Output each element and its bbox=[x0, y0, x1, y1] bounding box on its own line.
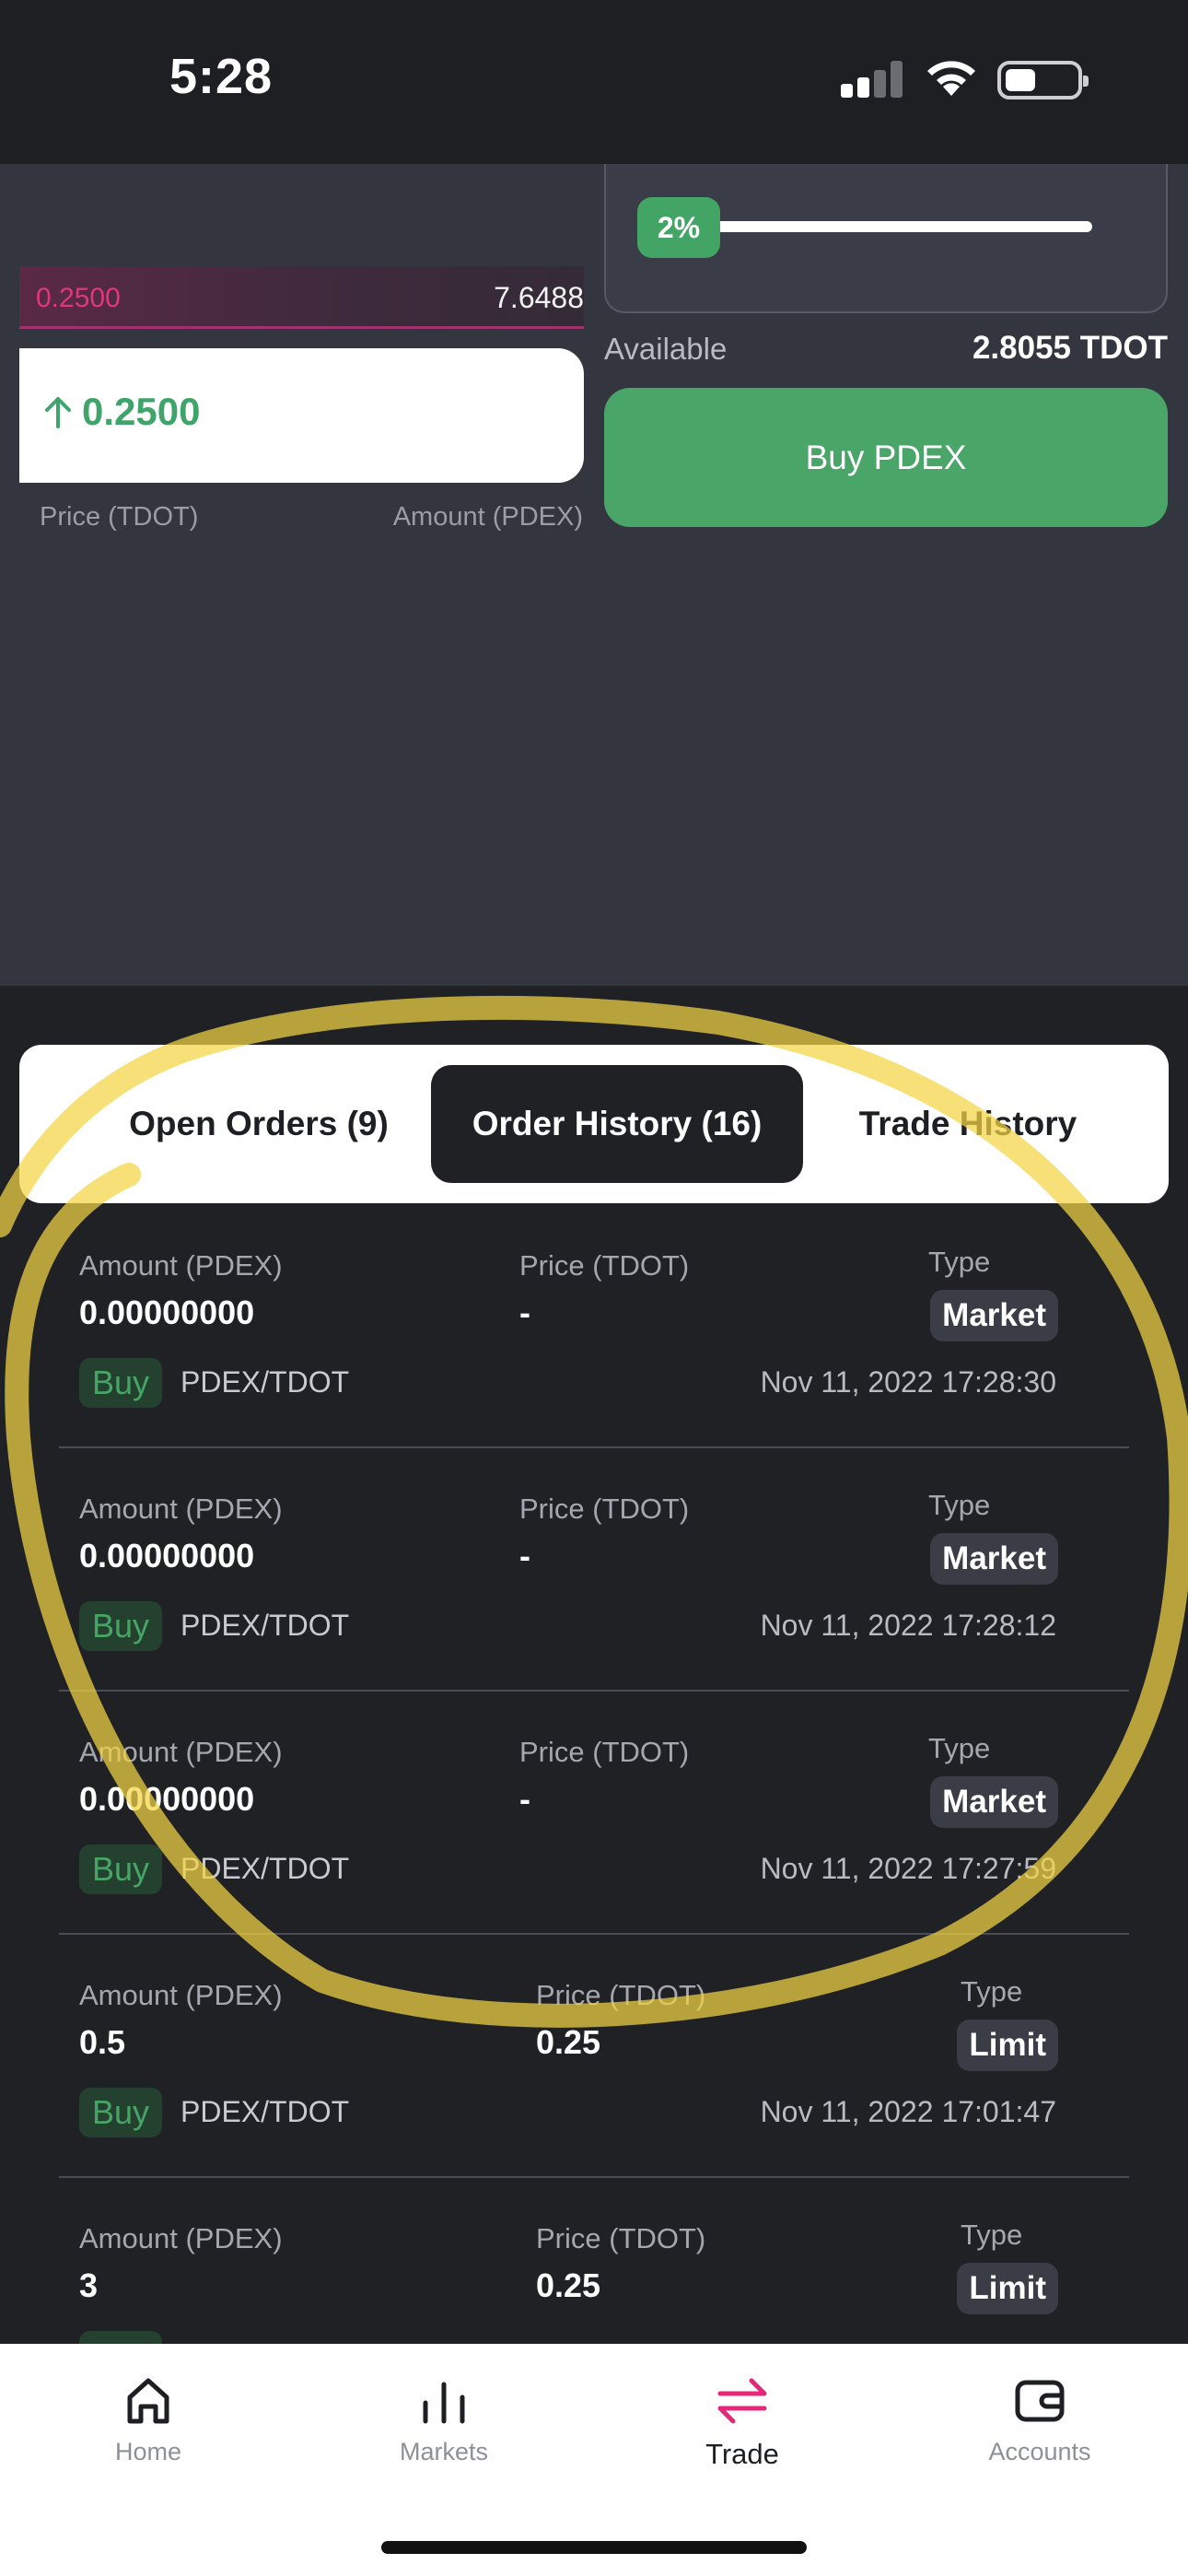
ask-price: 0.2500 bbox=[36, 283, 121, 313]
price-label: Price (TDOT) bbox=[519, 1249, 690, 1282]
nav-home[interactable]: Home bbox=[56, 2371, 240, 2466]
orderbook-price-header: Price (TDOT) bbox=[40, 502, 199, 532]
type-label: Type bbox=[928, 1732, 991, 1764]
available-label: Available bbox=[604, 332, 728, 366]
tab-trade-history[interactable]: Trade History bbox=[821, 1065, 1115, 1183]
battery-icon bbox=[997, 61, 1089, 100]
last-price-box: 0.2500 bbox=[19, 348, 584, 483]
price-label: Price (TDOT) bbox=[536, 1979, 706, 2011]
order-time: Nov 11, 2022 17:01:47 bbox=[760, 2095, 1056, 2128]
orderbook-ask-row[interactable]: 0.2500 7.6488 bbox=[19, 266, 584, 329]
type-label: Type bbox=[961, 2222, 1023, 2251]
order-price: - bbox=[519, 1780, 530, 1818]
order-side-badge: Buy bbox=[79, 2331, 162, 2344]
order-type-badge: Market bbox=[930, 1533, 1058, 1585]
buy-button[interactable]: Buy PDEX bbox=[604, 388, 1168, 527]
status-time: 5:28 bbox=[169, 49, 274, 104]
order-side-badge: Buy bbox=[79, 1844, 162, 1894]
arrow-up-icon bbox=[45, 397, 71, 428]
nav-markets-label: Markets bbox=[399, 2438, 489, 2465]
type-label: Type bbox=[928, 1246, 991, 1278]
order-price: - bbox=[519, 1294, 530, 1331]
order-type-badge: Market bbox=[930, 1290, 1058, 1341]
order-time: Nov 11, 2022 17:27:59 bbox=[760, 1852, 1056, 1885]
tab-order-history[interactable]: Order History (16) bbox=[431, 1065, 803, 1183]
divider bbox=[59, 2176, 1129, 2178]
order-price: 0.25 bbox=[536, 2266, 601, 2304]
order-pair: PDEX/TDOT bbox=[181, 1609, 350, 1642]
nav-home-label: Home bbox=[114, 2438, 182, 2465]
amount-slider-card: 2% bbox=[604, 164, 1168, 313]
list-item[interactable]: Amount (PDEX) Price (TDOT) Type 0.000000… bbox=[0, 1732, 1188, 1979]
divider bbox=[59, 1690, 1129, 1692]
order-type-badge: Market bbox=[930, 1776, 1058, 1828]
status-bar: 5:28 bbox=[0, 0, 1188, 164]
amount-label: Amount (PDEX) bbox=[79, 2222, 283, 2254]
nav-accounts-label: Accounts bbox=[988, 2438, 1091, 2465]
price-label: Price (TDOT) bbox=[536, 2222, 706, 2254]
home-icon bbox=[127, 2378, 169, 2424]
order-side-badge: Buy bbox=[79, 1601, 162, 1651]
nav-trade-label: Trade bbox=[705, 2438, 779, 2470]
price-label: Price (TDOT) bbox=[519, 1493, 690, 1525]
wallet-icon bbox=[1015, 2380, 1065, 2422]
order-pair: PDEX/TDOT bbox=[181, 1852, 350, 1885]
list-item[interactable]: Amount (PDEX) Price (TDOT) Type 0.000000… bbox=[0, 1246, 1188, 1493]
list-item[interactable]: Amount (PDEX) Price (TDOT) Type 3 0.25 L… bbox=[0, 2222, 1188, 2344]
order-price: 0.25 bbox=[536, 2023, 601, 2061]
last-price: 0.2500 bbox=[40, 390, 200, 434]
amount-slider-track[interactable] bbox=[707, 221, 1092, 232]
order-time: Nov 11, 2022 17:28:12 bbox=[760, 1609, 1056, 1642]
order-side-badge: Buy bbox=[79, 1358, 162, 1408]
wifi-icon bbox=[927, 61, 975, 96]
amount-label: Amount (PDEX) bbox=[79, 1979, 283, 2011]
home-indicator bbox=[381, 2541, 807, 2554]
markets-icon bbox=[423, 2382, 465, 2424]
order-amount: 0.00000000 bbox=[79, 1537, 255, 1575]
orders-tab-bar: Open Orders (9) Order History (16) Trade… bbox=[19, 1045, 1169, 1203]
nav-accounts[interactable]: Accounts bbox=[948, 2371, 1132, 2466]
nav-markets[interactable]: Markets bbox=[352, 2371, 536, 2466]
order-time: Nov 11, 2022 17:28:30 bbox=[760, 1365, 1056, 1399]
divider bbox=[59, 1933, 1129, 1935]
orderbook-amount-header: Amount (PDEX) bbox=[392, 502, 583, 532]
order-amount: 0.5 bbox=[79, 2023, 126, 2061]
order-type-badge: Limit bbox=[957, 2263, 1058, 2314]
list-item[interactable]: Amount (PDEX) Price (TDOT) Type 0.000000… bbox=[0, 1489, 1188, 1736]
price-label: Price (TDOT) bbox=[519, 1736, 690, 1768]
ask-amount: 7.6488 bbox=[494, 281, 584, 314]
order-pair: PDEX/TDOT bbox=[181, 2095, 350, 2128]
type-label: Type bbox=[928, 1489, 991, 1521]
list-item[interactable]: Amount (PDEX) Price (TDOT) Type 0.5 0.25… bbox=[0, 1975, 1188, 2222]
nav-trade[interactable]: Trade bbox=[650, 2371, 834, 2471]
order-amount: 0.00000000 bbox=[79, 1780, 255, 1818]
divider bbox=[59, 1446, 1129, 1448]
available-balance: 2.8055 TDOT bbox=[972, 330, 1168, 366]
amount-label: Amount (PDEX) bbox=[79, 1736, 283, 1768]
order-side-badge: Buy bbox=[79, 2088, 162, 2137]
trade-icon bbox=[717, 2378, 767, 2424]
type-label: Type bbox=[961, 1975, 1023, 2008]
last-price-value: 0.2500 bbox=[82, 390, 201, 433]
amount-label: Amount (PDEX) bbox=[79, 1493, 283, 1525]
order-price: - bbox=[519, 1537, 530, 1575]
amount-slider-handle[interactable]: 2% bbox=[637, 197, 720, 258]
amount-label: Amount (PDEX) bbox=[79, 1249, 283, 1282]
order-pair: PDEX/TDOT bbox=[181, 1365, 350, 1399]
order-type-badge: Limit bbox=[957, 2020, 1058, 2071]
order-amount: 0.00000000 bbox=[79, 1294, 255, 1331]
tab-open-orders[interactable]: Open Orders (9) bbox=[111, 1065, 406, 1183]
order-amount: 3 bbox=[79, 2266, 99, 2304]
cellular-signal-icon bbox=[841, 61, 903, 98]
